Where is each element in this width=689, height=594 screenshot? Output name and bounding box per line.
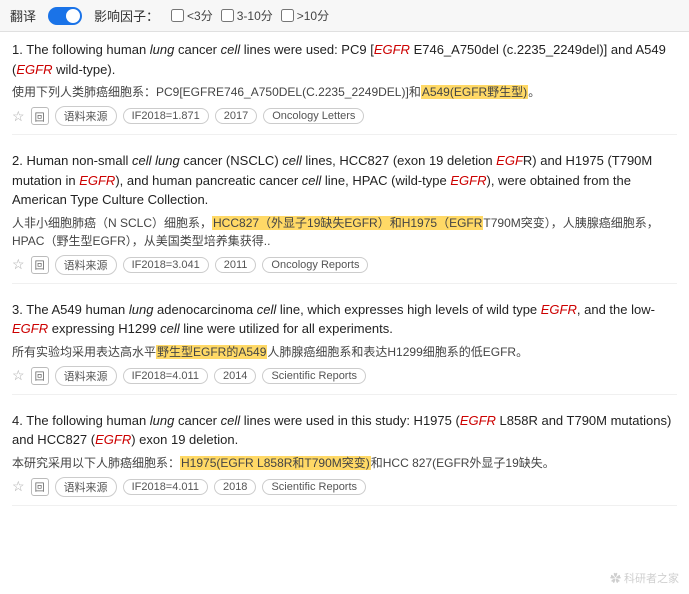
result-2-actions: ☆ 回 语料来源 IF2018=3.041 2011 Oncology Repo… [12,255,677,275]
star-icon-4[interactable]: ☆ [12,478,25,495]
tag-if-1: IF2018=1.871 [123,108,209,124]
result-3-cn: 所有实验均采用表达高水平野生型EGFR的A549人肺腺癌细胞系和表达H1299细… [12,343,677,361]
result-2-cn: 人非小细胞肺癌（N SCLC）细胞系，HCC827（外显子19缺失EGFR）和H… [12,214,677,250]
filter-3to10[interactable]: 3-10分 [221,7,273,24]
watermark: ✿ 科研者之家 [610,570,679,586]
tag-year-1: 2017 [215,108,257,124]
result-2-en: 2. Human non-small cell lung cancer (NSC… [12,151,677,210]
result-1: 1. The following human lung cancer cell … [12,40,677,135]
tag-if-2: IF2018=3.041 [123,257,209,273]
tag-source-4[interactable]: 语料来源 [55,477,117,497]
tag-journal-4: Scientific Reports [262,479,366,495]
result-4-number: 4. [12,413,26,428]
result-1-cn: 使用下列人类肺癌细胞系：PC9[EGFRE746_A750DEL(C.2235_… [12,83,677,101]
result-4-actions: ☆ 回 语料来源 IF2018=4.011 2018 Scientific Re… [12,477,677,497]
result-3-en: 3. The A549 human lung adenocarcinoma ce… [12,300,677,339]
tag-journal-1: Oncology Letters [263,108,364,124]
result-1-actions: ☆ 回 语料来源 IF2018=1.871 2017 Oncology Lett… [12,106,677,126]
result-1-en: 1. The following human lung cancer cell … [12,40,677,79]
result-4-cn: 本研究采用以下人肺癌细胞系：H1975(EGFR L858R和T790M突变)和… [12,454,677,472]
watermark-icon: ✿ [610,573,621,585]
translate-toggle[interactable] [48,7,82,25]
copy-icon-3[interactable]: 回 [31,367,49,385]
result-2-number: 2. [12,153,26,168]
filter-group: <3分 3-10分 >10分 [171,7,329,24]
result-1-number: 1. [12,42,26,57]
tag-journal-3: Scientific Reports [262,368,366,384]
copy-icon-2[interactable]: 回 [31,256,49,274]
filter-gt10-checkbox[interactable] [281,9,294,22]
main-content: 1. The following human lung cancer cell … [0,32,689,530]
tag-year-3: 2014 [214,368,256,384]
tag-if-3: IF2018=4.011 [123,368,208,384]
result-4: 4. The following human lung cancer cell … [12,411,677,506]
top-bar: 翻译 影响因子： <3分 3-10分 >10分 [0,0,689,32]
filter-3to10-checkbox[interactable] [221,9,234,22]
star-icon-1[interactable]: ☆ [12,108,25,125]
tag-source-2[interactable]: 语料来源 [55,255,117,275]
star-icon-2[interactable]: ☆ [12,256,25,273]
copy-icon-4[interactable]: 回 [31,478,49,496]
result-4-en: 4. The following human lung cancer cell … [12,411,677,450]
result-3-number: 3. [12,302,26,317]
tag-year-4: 2018 [214,479,256,495]
result-2: 2. Human non-small cell lung cancer (NSC… [12,151,677,284]
tag-source-3[interactable]: 语料来源 [55,366,117,386]
copy-icon-1[interactable]: 回 [31,107,49,125]
filter-lt3-checkbox[interactable] [171,9,184,22]
tag-year-2: 2011 [215,257,257,273]
translate-label: 翻译 [10,6,36,25]
filter-gt10[interactable]: >10分 [281,7,329,24]
tag-if-4: IF2018=4.011 [123,479,208,495]
result-3-actions: ☆ 回 语料来源 IF2018=4.011 2014 Scientific Re… [12,366,677,386]
filter-label: 影响因子： [94,6,159,25]
tag-source-1[interactable]: 语料来源 [55,106,117,126]
star-icon-3[interactable]: ☆ [12,367,25,384]
tag-journal-2: Oncology Reports [262,257,368,273]
filter-lt3[interactable]: <3分 [171,7,213,24]
result-3: 3. The A549 human lung adenocarcinoma ce… [12,300,677,395]
